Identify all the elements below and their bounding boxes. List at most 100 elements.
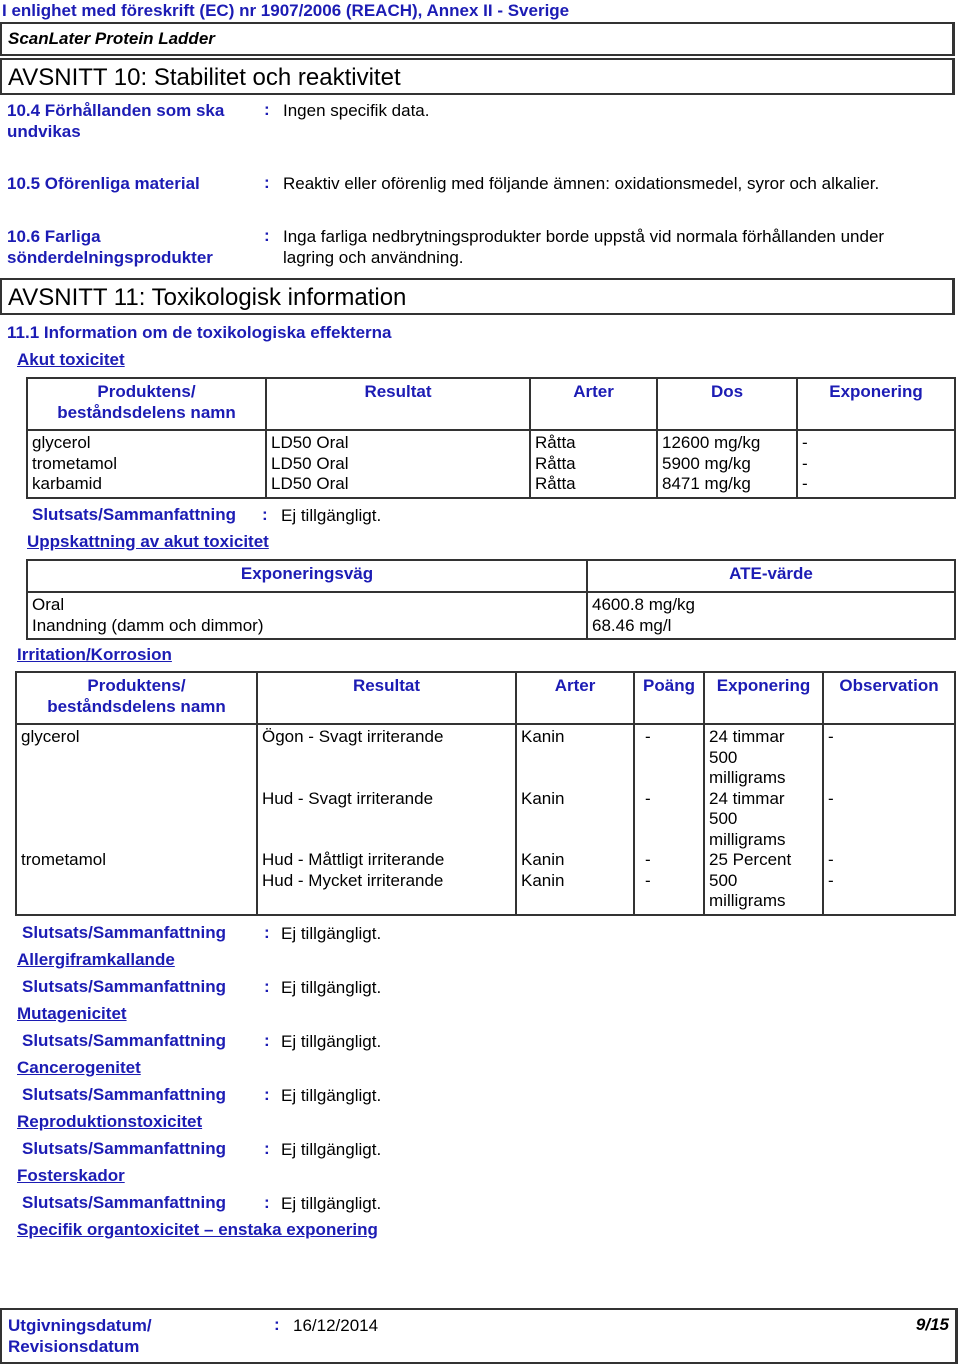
cell-result: Ögon - Svagt irriterande <box>262 727 444 746</box>
table-row: glycerol trometamol karbamid LD50 Oral L… <box>26 429 956 499</box>
stot-single-exposure-heading[interactable]: Specifik organtoxicitet – enstaka expone… <box>17 1220 378 1240</box>
cell-result: Hud - Måttligt irriterande <box>262 850 445 869</box>
section-11-1-subtitle: 11.1 Information om de toxikologiska eff… <box>7 323 392 342</box>
cell-species-value: Kanin <box>521 788 565 808</box>
cell-species-value: Kanin <box>521 850 565 869</box>
mutagenicity-heading[interactable]: Mutagenicitet <box>17 1004 127 1024</box>
cell-name <box>21 789 252 851</box>
item-10-6-value-line2: lagring och användning. <box>283 248 464 267</box>
footer-date-value: 16/12/2014 <box>293 1316 379 1335</box>
irritation-heading[interactable]: Irritation/Korrosion <box>17 645 172 665</box>
irritation-conclusion-label: Slutsats/Sammanfattning <box>22 923 227 942</box>
cell-results: LD50 Oral LD50 Oral LD50 Oral <box>265 429 531 499</box>
column-header-name-line1: Produktens/ <box>87 676 186 695</box>
cell-result: LD50 Oral <box>271 453 349 473</box>
table-row: glycerol trometamol Ögon - Svagt irriter… <box>15 723 956 916</box>
footer-date-label-line2: Revisionsdatum <box>8 1337 140 1356</box>
carcinogenicity-heading[interactable]: Cancerogenitet <box>17 1058 141 1078</box>
product-name-box: ScanLater Protein Ladder <box>0 22 955 56</box>
cell-species: Kanin Kanin Kanin Kanin <box>515 723 635 916</box>
column-header-observation: Observation <box>822 671 956 725</box>
reproductive-toxicity-conclusion-value: Ej tillgängligt. <box>281 1140 382 1159</box>
teratogenicity-heading[interactable]: Fosterskador <box>17 1166 125 1186</box>
section-10-header: AVSNITT 10: Stabilitet och reaktivitet <box>0 58 955 95</box>
cell-ate-values: 4600.8 mg/kg 68.46 mg/l <box>586 591 956 640</box>
item-10-6-label-line2: sönderdelningsprodukter <box>7 248 213 267</box>
colon: : <box>264 226 270 245</box>
cell-exposure-line: milligrams <box>709 891 786 910</box>
column-header-exposure: Exponering <box>703 671 824 725</box>
cell-observation: - <box>828 727 834 746</box>
cell-exposure: - <box>802 433 808 452</box>
cell-exposure-line: milligrams <box>709 768 786 787</box>
cell-observation: - <box>828 850 834 869</box>
cell-score: - <box>645 870 651 890</box>
cell-results: Ögon - Svagt irriterande Hud - Svagt irr… <box>256 723 517 916</box>
acute-conclusion-value: Ej tillgängligt. <box>281 506 382 525</box>
cell-name: trometamol <box>21 850 107 869</box>
acute-toxicity-heading[interactable]: Akut toxicitet <box>17 350 125 370</box>
colon: : <box>264 1031 270 1050</box>
cell-dose: 12600 mg/kg <box>662 433 761 452</box>
cell-name: glycerol <box>32 433 91 452</box>
column-header-score: Poäng <box>633 671 705 725</box>
cell-ate-value: 4600.8 mg/kg <box>592 595 696 614</box>
column-header-name: Produktens/ beståndsdelens namn <box>15 671 258 725</box>
colon: : <box>264 977 270 996</box>
column-header-species: Arter <box>515 671 635 725</box>
colon: : <box>264 173 270 192</box>
cell-route: Inandning (damm och dimmor) <box>32 615 264 635</box>
section-10-title: AVSNITT 10: Stabilitet och reaktivitet <box>8 64 401 91</box>
cell-name: trometamol <box>32 453 118 473</box>
cell-exposure: - <box>802 453 808 473</box>
cell-exposure: - <box>802 474 808 493</box>
reproductive-toxicity-heading[interactable]: Reproduktionstoxicitet <box>17 1112 202 1132</box>
cell-result: Hud - Mycket irriterande <box>262 870 444 890</box>
column-header-name-line2: beståndsdelens namn <box>47 696 226 716</box>
cell-scores: - - - - <box>633 723 705 916</box>
cell-dose: 5900 mg/kg <box>662 453 751 473</box>
ate-heading[interactable]: Uppskattning av akut toxicitet <box>27 532 269 552</box>
cell-exposure-line: milligrams <box>709 829 786 849</box>
section-11-title: AVSNITT 11: Toxikologisk information <box>8 284 407 311</box>
colon: : <box>264 1085 270 1104</box>
cell-names: glycerol trometamol karbamid <box>26 429 267 499</box>
item-10-5-label: 10.5 Oförenliga material <box>7 174 200 193</box>
colon: : <box>262 505 268 524</box>
acute-toxicity-table: Produktens/ beståndsdelens namn Resultat… <box>26 377 956 499</box>
column-header-route: Exponeringsväg <box>26 559 588 593</box>
column-header-species: Arter <box>529 377 658 431</box>
item-10-6-value: Inga farliga nedbrytningsprodukter borde… <box>283 226 884 268</box>
cell-species-value: Kanin <box>521 727 565 746</box>
colon: : <box>264 100 270 119</box>
product-name: ScanLater Protein Ladder <box>8 29 215 48</box>
colon: : <box>274 1315 280 1334</box>
item-10-4-label: 10.4 Förhållanden som ska undvikas <box>7 100 224 142</box>
item-10-4-value: Ingen specifik data. <box>283 101 430 120</box>
table-header-row: Produktens/ beståndsdelens namn Resultat… <box>26 377 956 431</box>
cell-exposure-line: 500 <box>709 747 738 767</box>
cell-score: - <box>645 850 651 869</box>
cell-score: - <box>645 727 651 746</box>
cell-exposures: - - - <box>796 429 956 499</box>
mutagenicity-conclusion-value: Ej tillgängligt. <box>281 1032 382 1051</box>
mutagenicity-conclusion-label: Slutsats/Sammanfattning <box>22 1031 227 1050</box>
page-number: 9/15 <box>915 1315 949 1334</box>
cell-route: Oral <box>32 595 65 614</box>
allergen-heading[interactable]: Allergiframkallande <box>17 950 175 970</box>
cell-species-value: Kanin <box>521 870 565 890</box>
allergen-conclusion-label: Slutsats/Sammanfattning <box>22 977 227 996</box>
regulation-line: I enlighet med föreskrift (EC) nr 1907/2… <box>2 1 570 20</box>
table-header-row: Exponeringsväg ATE-värde <box>26 559 956 593</box>
cell-exposures: 24 timmar 500 milligrams 24 timmar 500 m… <box>703 723 824 916</box>
column-header-result: Resultat <box>265 377 531 431</box>
cell-exposure-line: 500 <box>709 809 738 828</box>
column-header-ate-value: ATE-värde <box>586 559 956 593</box>
table-row: Oral Inandning (damm och dimmor) 4600.8 … <box>26 591 956 640</box>
cell-result: LD50 Oral <box>271 474 349 493</box>
colon: : <box>264 923 270 942</box>
cell-routes: Oral Inandning (damm och dimmor) <box>26 591 588 640</box>
cell-exposure-line: 24 timmar <box>709 727 785 746</box>
cell-score: - <box>645 788 651 808</box>
cell-species: Råtta Råtta Råtta <box>529 429 658 499</box>
